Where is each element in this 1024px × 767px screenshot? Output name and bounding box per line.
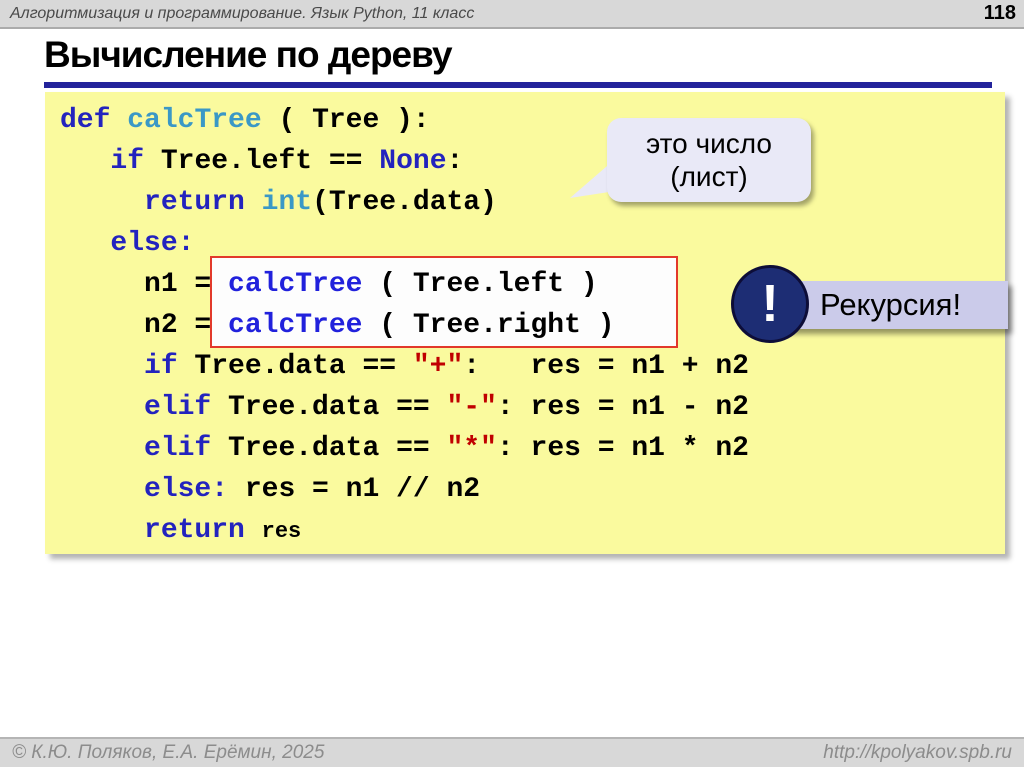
code-segment: return: [144, 515, 245, 546]
code-segment: Tree.data ==: [178, 351, 413, 382]
code-segment: : res = n1 + n2: [463, 351, 749, 382]
code-line: if Tree.left == None:: [60, 141, 1005, 182]
code-segment: else:: [110, 228, 194, 259]
code-line: def calcTree ( Tree ):: [60, 100, 1005, 141]
code-segment: else:: [144, 474, 228, 505]
footer-copyright: © К.Ю. Поляков, Е.А. Ерёмин, 2025: [12, 742, 324, 764]
code-segment: ( Tree.left ): [362, 269, 597, 300]
leaf-callout-line2: (лист): [670, 160, 747, 193]
code-segment: [60, 187, 144, 218]
code-segment: Tree.left ==: [144, 146, 379, 177]
code-segment: Tree.data ==: [211, 433, 446, 464]
exclamation-icon: !: [731, 265, 809, 343]
code-segment: [60, 515, 144, 546]
code-line: if Tree.data == "+": res = n1 + n2: [60, 346, 1005, 387]
recursion-badge-label: Рекурсия!: [820, 287, 961, 323]
code-segment: : res = n1 - n2: [497, 392, 749, 423]
code-line: elif Tree.data == "*": res = n1 * n2: [60, 428, 1005, 469]
code-segment: if: [144, 351, 178, 382]
code-segment: n1 =: [60, 269, 228, 300]
code-segment: calcTree: [228, 269, 362, 300]
code-segment: [60, 392, 144, 423]
code-segment: res = n1 // n2: [228, 474, 480, 505]
code-segment: [245, 187, 262, 218]
page-number: 118: [984, 2, 1016, 25]
code-segment: return: [144, 187, 245, 218]
code-segment: [60, 474, 144, 505]
code-segment: Tree.data ==: [211, 392, 446, 423]
code-segment: n2 =: [60, 310, 228, 341]
code-segment: [60, 351, 144, 382]
code-segment: "-": [446, 392, 496, 423]
code-line: return res: [60, 510, 1005, 552]
code-segment: [60, 433, 144, 464]
code-segment: "+": [413, 351, 463, 382]
exclamation-glyph: !: [761, 274, 778, 334]
code-segment: calcTree: [228, 310, 362, 341]
code-segment: res: [262, 519, 302, 544]
code-segment: [60, 228, 110, 259]
code-segment: "*": [446, 433, 496, 464]
leaf-callout: это число (лист): [607, 118, 811, 202]
code-segment: def: [60, 105, 110, 136]
code-segment: elif: [144, 433, 211, 464]
course-title: Алгоритмизация и программирование. Язык …: [10, 5, 474, 23]
slide-title: Вычисление по дереву: [44, 34, 452, 76]
code-segment: [110, 105, 127, 136]
code-segment: ( Tree ):: [262, 105, 430, 136]
top-bar: Алгоритмизация и программирование. Язык …: [0, 0, 1024, 29]
code-line: else:: [60, 223, 1005, 264]
code-segment: ( Tree.right ): [362, 310, 614, 341]
code-segment: :: [447, 146, 464, 177]
code-line: else: res = n1 // n2: [60, 469, 1005, 510]
leaf-callout-line1: это число: [646, 127, 772, 160]
code-segment: : res = n1 * n2: [497, 433, 749, 464]
code-line: return int(Tree.data): [60, 182, 1005, 223]
code-segment: int: [262, 187, 312, 218]
footer-bar: © К.Ю. Поляков, Е.А. Ерёмин, 2025 http:/…: [0, 737, 1024, 767]
title-underline: [44, 82, 992, 88]
code-segment: (Tree.data): [312, 187, 497, 218]
code-segment: [245, 515, 262, 546]
code-segment: calcTree: [127, 105, 261, 136]
footer-url: http://kpolyakov.spb.ru: [823, 742, 1012, 764]
code-segment: [60, 146, 110, 177]
code-segment: if: [110, 146, 144, 177]
code-line: elif Tree.data == "-": res = n1 - n2: [60, 387, 1005, 428]
code-segment: elif: [144, 392, 211, 423]
code-segment: None: [379, 146, 446, 177]
